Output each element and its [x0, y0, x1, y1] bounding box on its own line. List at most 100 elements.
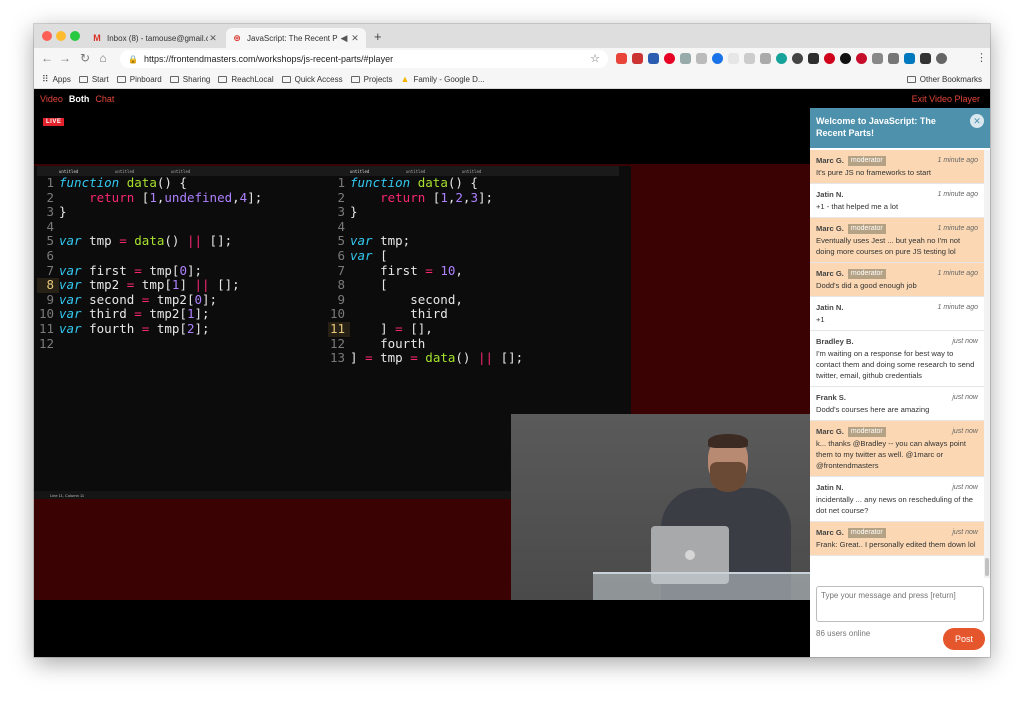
- bookmark-apps[interactable]: ⠿ Apps: [42, 74, 71, 85]
- teal-extension-icon[interactable]: [776, 53, 787, 64]
- lastpass-extension-icon[interactable]: [920, 53, 931, 64]
- forward-arrow-icon[interactable]: →: [58, 51, 72, 65]
- code-line: 3}: [337, 204, 358, 220]
- apple-logo-icon: [685, 550, 695, 560]
- code-line: 11 ] = [],: [328, 320, 433, 337]
- editor-tab: untitled: [171, 168, 191, 174]
- code-line: 2 return [1,2,3];: [337, 189, 494, 205]
- bookmark-family-drive[interactable]: ▲ Family - Google D...: [401, 74, 485, 84]
- bookmark-reachlocal[interactable]: ReachLocal: [218, 75, 274, 84]
- close-tab-icon[interactable]: ✕: [350, 33, 360, 44]
- dark-extension-icon[interactable]: [792, 53, 803, 64]
- abp-extension-icon[interactable]: [856, 53, 867, 64]
- grid-extension-icon[interactable]: [696, 53, 707, 64]
- message-user: Marc G.: [816, 156, 844, 165]
- message-user: Jatin N.: [816, 483, 844, 492]
- speaker-icon[interactable]: ◀: [338, 33, 350, 44]
- code-line: 4: [337, 218, 345, 234]
- bookmark-projects[interactable]: Projects: [350, 74, 393, 84]
- chat-panel: Welcome to JavaScript: The Recent Parts!…: [810, 108, 990, 657]
- trello-extension-icon[interactable]: [680, 53, 691, 64]
- tag-extension-icon[interactable]: [888, 53, 899, 64]
- folder-icon: [281, 75, 291, 83]
- mode-both-link[interactable]: Both: [69, 94, 90, 104]
- moderator-badge: moderator: [847, 155, 886, 166]
- chat-message: Marc G. moderator 1 minute ago Dodd's did …: [810, 263, 984, 297]
- cloud-extension-icon[interactable]: [744, 53, 755, 64]
- code-line: 10 var third = tmp2[1];: [38, 306, 210, 322]
- gmail-extension-icon[interactable]: [616, 53, 627, 64]
- message-user: Marc G.: [816, 427, 844, 436]
- moderator-badge: moderator: [847, 268, 886, 279]
- gear-extension-icon[interactable]: [760, 53, 771, 64]
- folder-icon: [116, 75, 126, 83]
- circle-extension-icon[interactable]: [712, 53, 723, 64]
- chat-scrollbar-thumb[interactable]: [985, 558, 989, 576]
- maximize-window-button[interactable]: [70, 31, 80, 41]
- close-chat-icon[interactable]: ✕: [970, 114, 984, 128]
- trello-blue-extension-icon[interactable]: [904, 53, 915, 64]
- bookmark-label: Family - Google D...: [413, 74, 485, 84]
- message-time: just now: [952, 338, 978, 345]
- bookmark-other[interactable]: Other Bookmarks: [906, 75, 982, 84]
- code-line: 8 [: [337, 277, 388, 293]
- post-button[interactable]: Post: [943, 628, 985, 650]
- message-user: Bradley B.: [816, 337, 854, 346]
- pocket-extension-icon[interactable]: [872, 53, 883, 64]
- mode-chat-link[interactable]: Chat: [95, 94, 114, 104]
- bookmark-label: Sharing: [182, 74, 211, 84]
- browser-menu-icon[interactable]: ⋮: [976, 51, 987, 64]
- bookmark-quick-access[interactable]: Quick Access: [281, 75, 343, 84]
- code-line: 6: [46, 247, 54, 263]
- code-line: 1 function data() {: [337, 175, 478, 190]
- badge-extension-icon[interactable]: [648, 53, 659, 64]
- bookmark-label: Projects: [363, 74, 393, 84]
- back-arrow-icon[interactable]: ←: [40, 51, 54, 65]
- black-extension-icon[interactable]: [840, 53, 851, 64]
- bookmark-start[interactable]: Start: [78, 75, 109, 84]
- red-extension-icon[interactable]: [824, 53, 835, 64]
- message-text: incidentally ... any news on reschedulin…: [816, 495, 974, 515]
- bookmark-star-icon[interactable]: ☆: [590, 52, 600, 65]
- tab-gmail[interactable]: M Inbox (8) - tamouse@gmail.com ✕: [86, 28, 224, 48]
- chat-messages[interactable]: Marc G. moderator 1 minute ago It's pure J…: [810, 150, 984, 578]
- chat-scrollbar[interactable]: [984, 150, 990, 578]
- reload-icon[interactable]: ↻: [78, 51, 92, 65]
- exit-video-player-link[interactable]: Exit Video Player: [912, 94, 980, 104]
- frontend-masters-icon: ⊛: [233, 32, 241, 43]
- code-line: 1 function data() {: [46, 175, 187, 190]
- code-line: 12: [38, 335, 54, 351]
- bookmark-sharing[interactable]: Sharing: [169, 74, 211, 84]
- chat-message-input[interactable]: [816, 586, 984, 622]
- tab-frontend-masters[interactable]: ⊛ JavaScript: The Recent Pa ◀ ✕: [226, 28, 366, 48]
- close-tab-icon[interactable]: ✕: [208, 33, 218, 44]
- mode-video-link[interactable]: Video: [40, 94, 63, 104]
- k-extension-icon[interactable]: [808, 53, 819, 64]
- calendar-extension-icon[interactable]: [632, 53, 643, 64]
- message-time: just now: [952, 428, 978, 435]
- message-text: Dodd's courses here are amazing: [816, 405, 930, 414]
- blank-extension-icon[interactable]: [728, 53, 739, 64]
- video-player[interactable]: LIVE untitled untitled untitled 1 functio…: [34, 108, 810, 657]
- pinterest-extension-icon[interactable]: [664, 53, 675, 64]
- home-icon[interactable]: ⌂: [96, 51, 110, 65]
- folder-icon: [906, 75, 916, 83]
- presenter-camera: [511, 414, 810, 601]
- bookmark-pinboard[interactable]: Pinboard: [116, 75, 162, 84]
- moderator-badge: moderator: [847, 426, 886, 437]
- chat-message: Marc G. moderator 1 minute ago Eventually …: [810, 218, 984, 263]
- minimize-window-button[interactable]: [56, 31, 66, 41]
- new-tab-button[interactable]: +: [374, 29, 382, 44]
- browser-window: M Inbox (8) - tamouse@gmail.com ✕ ⊛ Java…: [34, 24, 990, 657]
- code-line: 7 var first = tmp[0];: [46, 262, 203, 278]
- editor-pane-left: untitled untitled untitled 1 function dat…: [37, 166, 328, 499]
- apps-grid-icon: ⠿: [42, 73, 49, 84]
- player-mode-bar: Video Both Chat Exit Video Player: [34, 90, 990, 108]
- status-line-column: Line 11, Column 11: [50, 492, 85, 498]
- message-user: Jatin N.: [816, 303, 844, 312]
- close-window-button[interactable]: [42, 31, 52, 41]
- address-bar[interactable]: 🔒 https://frontendmasters.com/workshops/…: [120, 50, 608, 68]
- message-text: It's pure JS no frameworks to start: [816, 168, 931, 177]
- profile-avatar-icon[interactable]: [936, 53, 947, 64]
- moderator-badge: moderator: [847, 223, 886, 234]
